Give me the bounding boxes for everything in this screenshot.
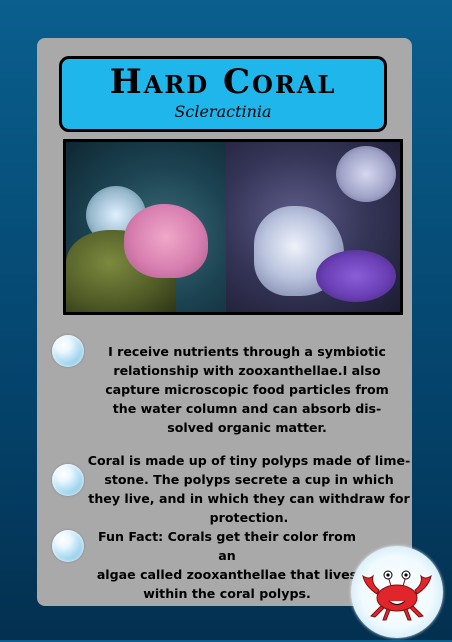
card-title: Hard Coral xyxy=(109,62,337,102)
card-subtitle: Scleractinia xyxy=(174,102,272,121)
title-banner: Hard Coral Scleractinia xyxy=(59,56,387,132)
bubble-icon xyxy=(52,530,84,562)
coral-photo xyxy=(63,139,403,315)
fact-structure: Coral is made up of tiny polyps made of … xyxy=(87,453,411,525)
fact-nutrients: I receive nutrients through a symbiotic … xyxy=(105,344,389,435)
coral-photo-left xyxy=(66,142,226,312)
crab-icon xyxy=(362,570,432,621)
bubble-icon xyxy=(52,335,84,367)
fact-fun: Fun Fact: Corals get their color from an… xyxy=(96,529,358,601)
crab-mascot xyxy=(351,546,443,638)
coral-photo-right xyxy=(226,142,400,312)
bubble-icon xyxy=(52,464,84,496)
